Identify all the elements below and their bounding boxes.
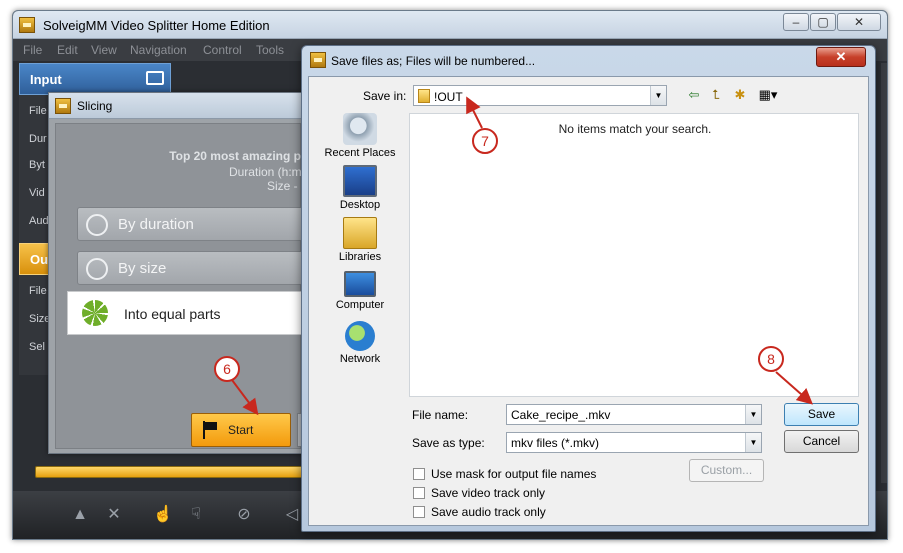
callout-8-arrow [775,371,813,405]
callout-8: 8 [758,346,784,372]
callout-6: 6 [214,356,240,382]
callout-6-arrow [231,379,259,416]
callout-7: 7 [472,128,498,154]
callout-7-arrow [466,96,483,129]
annotation-arrows [231,96,813,416]
